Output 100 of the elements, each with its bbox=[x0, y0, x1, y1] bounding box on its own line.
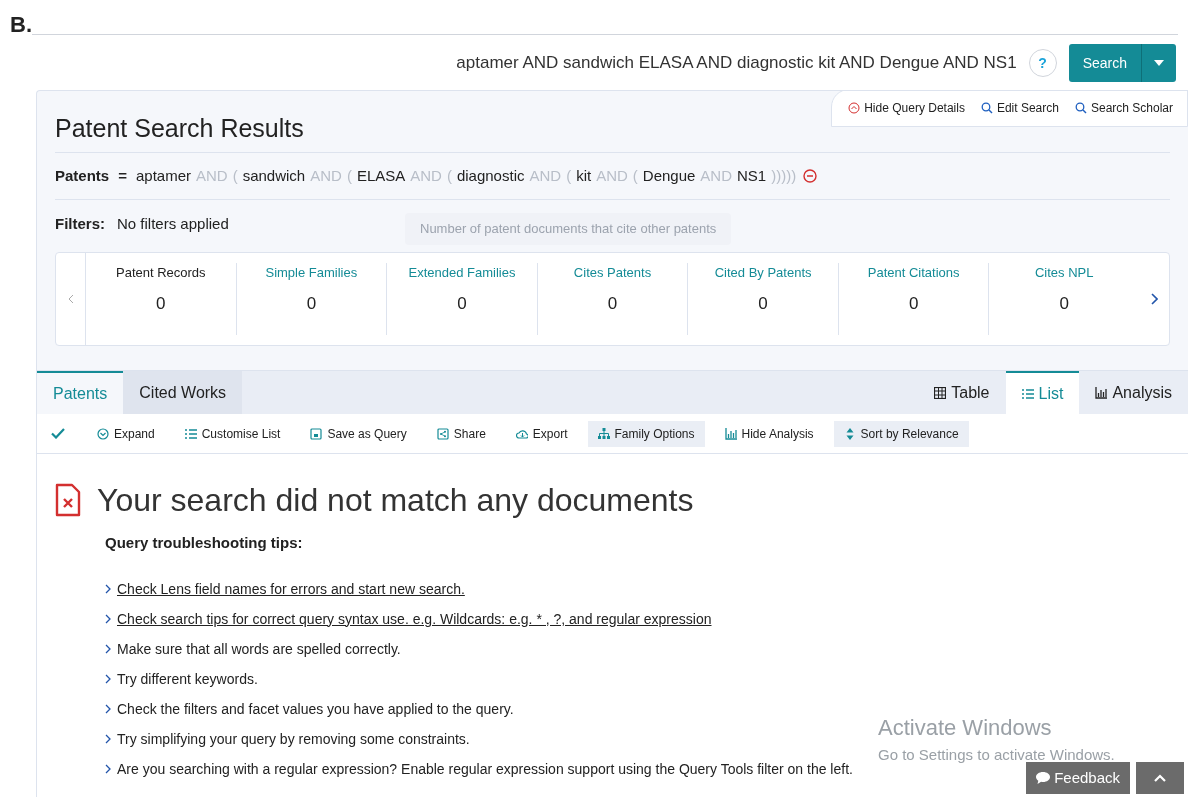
tip-text: Are you searching with a regular expression? Enable regular expression support using the Query Tools filter on the left. bbox=[117, 759, 853, 779]
empty-heading: Your search did not match any documents bbox=[97, 481, 694, 520]
stat-value: 0 bbox=[306, 292, 317, 315]
query-term: aptamer bbox=[135, 165, 191, 186]
sort-icon bbox=[843, 427, 856, 440]
list-icon bbox=[1021, 387, 1034, 400]
chevron-left-icon bbox=[67, 294, 74, 304]
search-icon bbox=[1074, 102, 1087, 114]
query-operator: AND bbox=[700, 165, 733, 186]
query-link[interactable]: Edit Search bbox=[980, 99, 1059, 117]
tip-text: Try simplifying your query by removing some constraints. bbox=[117, 729, 470, 749]
search-query[interactable]: aptamer AND sandwich ELASA AND diagnostic kit AND Dengue AND NS1 bbox=[456, 50, 1017, 76]
query-operator: ( bbox=[446, 165, 452, 186]
figure-label: B. bbox=[10, 14, 32, 36]
search-icon bbox=[980, 102, 993, 114]
scroll-top-button[interactable] bbox=[1136, 762, 1184, 794]
stat-value: 0 bbox=[758, 292, 768, 315]
tab[interactable]: Cited Works bbox=[123, 371, 243, 414]
document-error-icon bbox=[55, 483, 81, 517]
chevron-right-icon bbox=[105, 734, 111, 744]
chevron-right-icon bbox=[105, 614, 111, 624]
query-operator: ( bbox=[346, 165, 352, 186]
query-link[interactable]: Search Scholar bbox=[1074, 99, 1173, 117]
bar-chart-icon bbox=[724, 427, 737, 440]
query-operator: AND bbox=[196, 165, 228, 186]
dropdown-button[interactable] bbox=[1141, 44, 1176, 82]
query-operator: AND bbox=[596, 165, 628, 186]
stat-label[interactable]: Patent Citations bbox=[867, 263, 960, 283]
toolbar-button[interactable]: Customise List bbox=[174, 420, 291, 447]
toolbar-button[interactable]: Hide Analysis bbox=[714, 420, 824, 447]
stat-value: 0 bbox=[607, 292, 618, 315]
chevron-right-icon bbox=[105, 644, 111, 654]
toolbar-button[interactable]: Share bbox=[426, 420, 496, 447]
remove-icon[interactable] bbox=[803, 169, 818, 183]
toolbar-button[interactable]: Expand bbox=[87, 420, 165, 447]
stat-value: 0 bbox=[908, 292, 919, 315]
stat-label[interactable]: Cites NPL bbox=[1035, 263, 1094, 283]
stat-value: 0 bbox=[1059, 292, 1069, 315]
caret-icon bbox=[1154, 60, 1164, 66]
checkmark-icon[interactable] bbox=[51, 428, 65, 439]
cloud-download-icon bbox=[515, 427, 528, 440]
view-tab[interactable]: Analysis bbox=[1079, 371, 1188, 414]
chevron-circle-icon bbox=[97, 427, 109, 440]
tips-heading: Query troubleshooting tips: bbox=[105, 533, 304, 553]
stat-value: 0 bbox=[156, 292, 166, 315]
page-title: Patent Search Results bbox=[55, 112, 304, 144]
search-button[interactable]: Search bbox=[1068, 44, 1141, 82]
toolbar-button[interactable]: Save as Query bbox=[300, 420, 417, 447]
query-link[interactable]: Hide Query Details bbox=[848, 99, 965, 117]
filters-value: No filters applied bbox=[117, 213, 229, 234]
query-operator: AND bbox=[529, 165, 562, 186]
query-term: sandwich bbox=[242, 165, 306, 186]
feedback-button[interactable]: Feedback bbox=[1026, 762, 1130, 794]
query-operator: ( bbox=[632, 165, 638, 186]
query-term: ELASA bbox=[356, 165, 406, 186]
filters-label: Filters: bbox=[55, 213, 105, 234]
collapse-icon bbox=[848, 102, 861, 114]
toolbar-button[interactable]: Family Options bbox=[587, 420, 705, 447]
stat-label[interactable]: Simple Families bbox=[265, 263, 358, 283]
hierarchy-icon bbox=[597, 427, 610, 440]
tab[interactable]: Patents bbox=[37, 371, 124, 414]
table-icon bbox=[934, 386, 947, 399]
stat-value: 0 bbox=[457, 292, 467, 315]
view-tab[interactable]: List bbox=[1005, 371, 1080, 414]
bar-chart-icon bbox=[1095, 386, 1108, 399]
query-operator: AND bbox=[410, 165, 442, 186]
chevron-right-icon bbox=[105, 704, 111, 714]
stat-label[interactable]: Extended Families bbox=[408, 263, 516, 283]
activation-text: Go to Settings to activate Windows. bbox=[878, 745, 1115, 765]
tip-link[interactable]: Check search tips for correct query syntax use. e.g. Wildcards: e.g. * , ?, and regular expression bbox=[117, 608, 712, 630]
query-term: Dengue bbox=[642, 165, 696, 186]
chevron-up-icon bbox=[1154, 774, 1166, 782]
stat-label[interactable]: Cited By Patents bbox=[714, 263, 812, 283]
toolbar-button[interactable]: Export bbox=[505, 420, 578, 447]
equals-sign: = bbox=[118, 165, 127, 186]
share-icon bbox=[436, 427, 449, 440]
toolbar-button[interactable]: Sort by Relevance bbox=[833, 420, 969, 447]
query-operator: ( bbox=[566, 165, 572, 186]
tip-text: Make sure that all words are spelled correctly. bbox=[117, 639, 401, 659]
query-term: diagnostic bbox=[456, 165, 525, 186]
list-icon bbox=[184, 427, 197, 440]
chevron-right-icon bbox=[105, 584, 111, 594]
query-operator: ( bbox=[232, 165, 238, 186]
tooltip: Number of patent documents that cite other patents bbox=[405, 213, 732, 245]
chevron-right-icon bbox=[1150, 293, 1158, 305]
chat-icon bbox=[1036, 772, 1051, 784]
view-tab[interactable]: Table bbox=[918, 371, 1006, 414]
tip-text: Try different keywords. bbox=[117, 669, 258, 689]
query-label: Patents bbox=[55, 165, 110, 186]
query-operator: AND bbox=[310, 165, 342, 186]
chevron-right-icon bbox=[105, 674, 111, 684]
stat-label: Patent Records bbox=[116, 264, 206, 282]
stat-label[interactable]: Cites Patents bbox=[573, 263, 652, 283]
save-icon bbox=[310, 427, 323, 440]
query-term: NS1 bbox=[737, 165, 767, 186]
query-operator: ))))) bbox=[771, 165, 797, 186]
activation-title: Activate Windows bbox=[878, 714, 1053, 742]
tip-text: Check the filters and facet values you have applied to the query. bbox=[117, 699, 514, 719]
tip-link[interactable]: Check Lens field names for errors and start new search. bbox=[117, 578, 465, 600]
chevron-right-icon bbox=[105, 764, 111, 774]
